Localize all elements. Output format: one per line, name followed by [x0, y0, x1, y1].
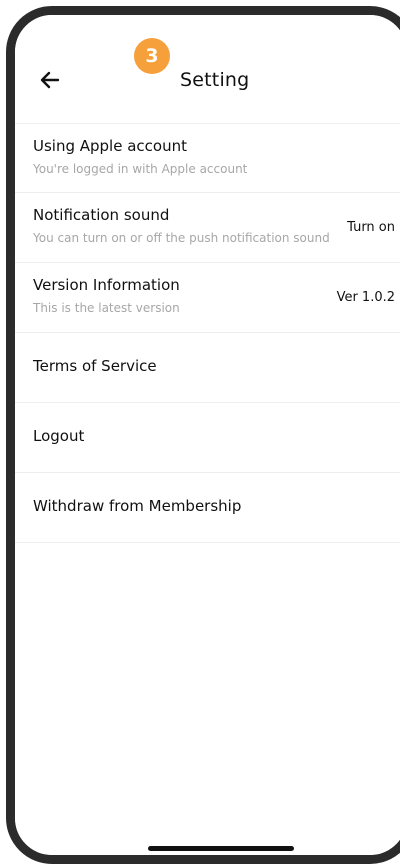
setting-label: Withdraw from Membership	[33, 497, 242, 515]
setting-label: Logout	[33, 427, 85, 445]
setting-apple-account[interactable]: Using Apple account You're logged in wit…	[15, 123, 400, 193]
setting-label: Version Information	[33, 276, 180, 294]
setting-description: You're logged in with Apple account	[33, 162, 248, 176]
setting-label: Notification sound	[33, 206, 170, 224]
version-value: Ver 1.0.2	[336, 290, 395, 305]
setting-description: You can turn on or off the push notifica…	[33, 231, 330, 245]
setting-logout[interactable]: Logout	[15, 403, 400, 473]
page-title: Setting	[180, 69, 250, 91]
notification-toggle-value[interactable]: Turn on	[347, 220, 395, 235]
setting-terms-of-service[interactable]: Terms of Service	[15, 333, 400, 403]
back-button[interactable]	[37, 67, 63, 93]
setting-notification-sound[interactable]: Notification sound You can turn on or of…	[15, 193, 400, 263]
home-indicator[interactable]	[148, 846, 294, 851]
setting-withdraw-membership[interactable]: Withdraw from Membership	[15, 473, 400, 543]
setting-label: Terms of Service	[33, 357, 157, 375]
setting-description: This is the latest version	[33, 301, 180, 315]
screen: 3 Setting Using Apple account You're log…	[15, 15, 400, 855]
header: 3 Setting	[15, 15, 400, 125]
phone-frame: 3 Setting Using Apple account You're log…	[6, 6, 400, 864]
setting-label: Using Apple account	[33, 137, 187, 155]
setting-version-information[interactable]: Version Information This is the latest v…	[15, 263, 400, 333]
step-badge: 3	[134, 38, 170, 74]
settings-list: Using Apple account You're logged in wit…	[15, 123, 400, 543]
arrow-left-icon	[40, 71, 60, 89]
